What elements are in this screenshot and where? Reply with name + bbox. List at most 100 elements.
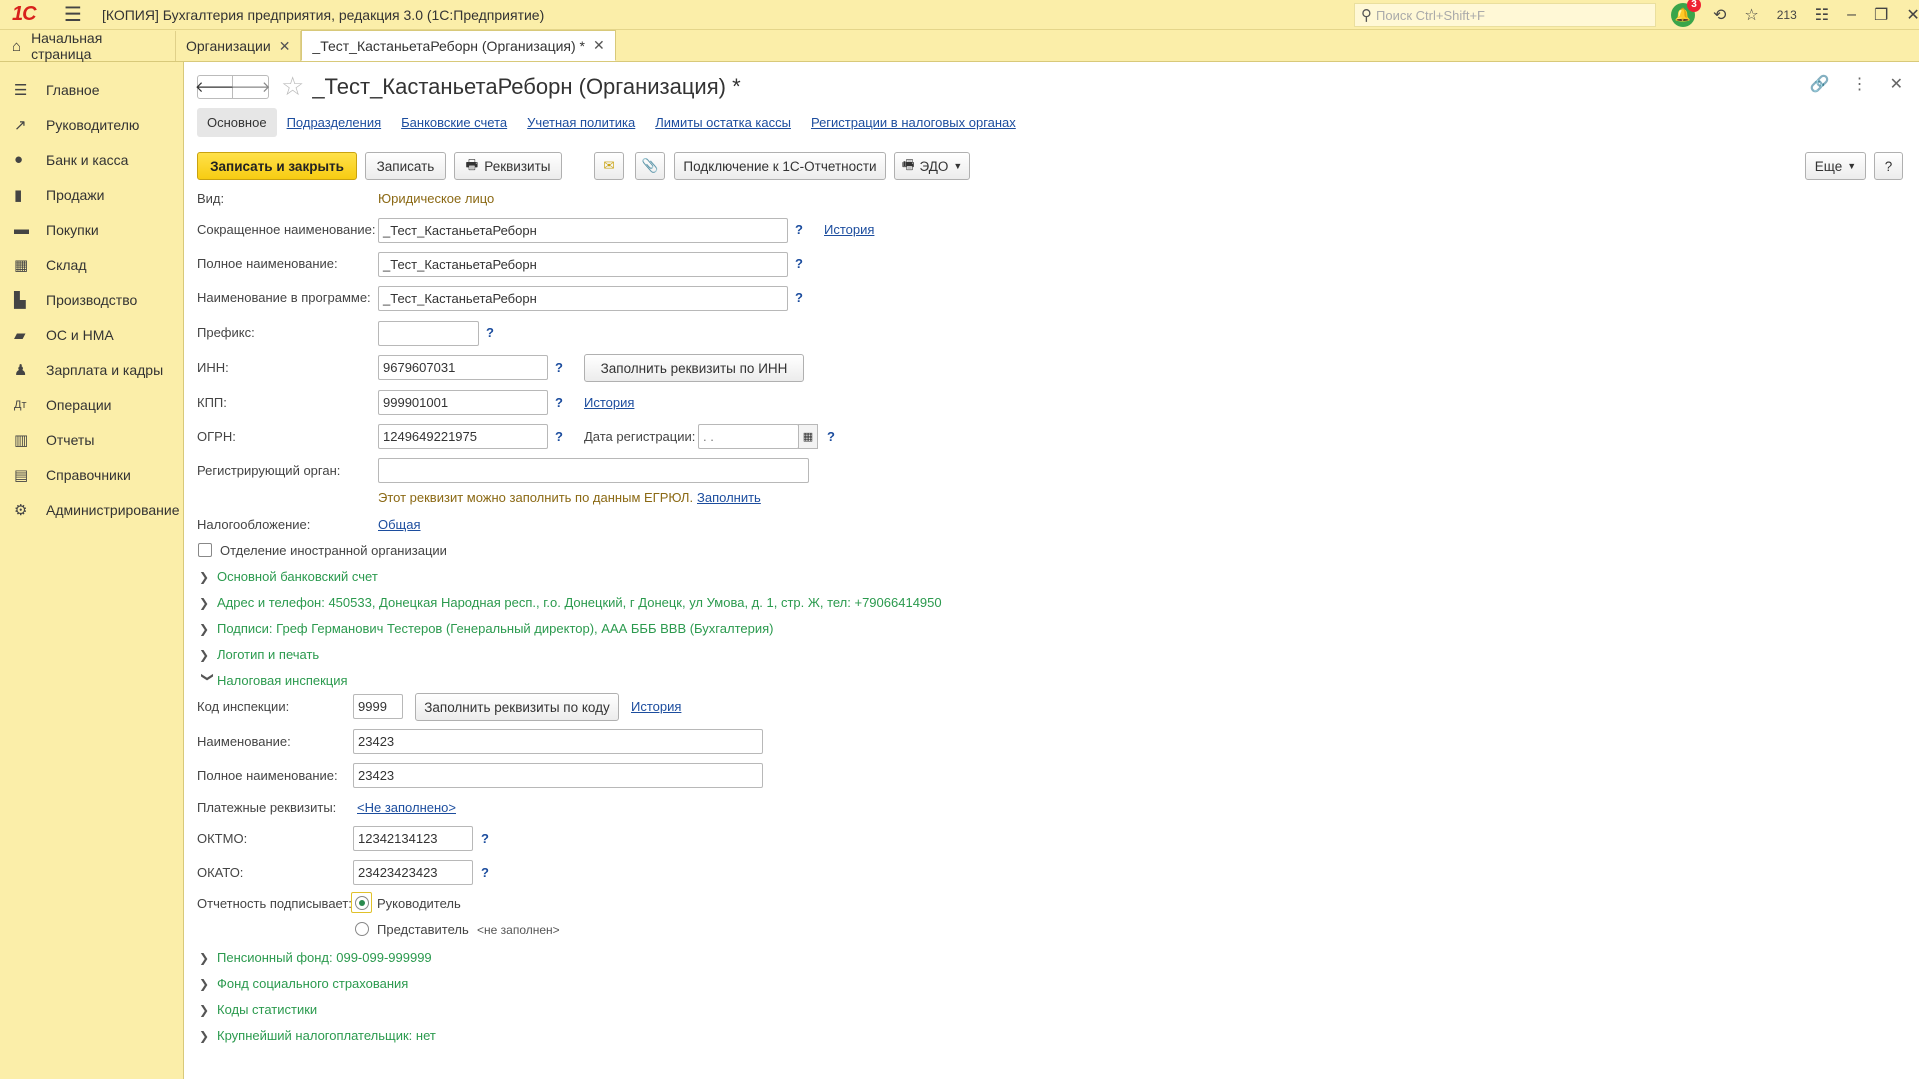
help-icon[interactable]: ? bbox=[481, 865, 489, 880]
signer-rep-radio[interactable] bbox=[355, 922, 369, 936]
help-icon[interactable]: ? bbox=[555, 395, 563, 410]
prefix-input[interactable] bbox=[378, 321, 479, 346]
group-address-phone[interactable]: ❯ Адрес и телефон: 450533, Донецкая Народ… bbox=[199, 595, 942, 610]
tab-organization-form[interactable]: _Тест_КастаньетаРеборн (Организация) * ✕ bbox=[301, 30, 616, 61]
oktmo-input[interactable]: 12342134123 bbox=[353, 826, 473, 851]
sidebar-item-salary[interactable]: ♟ Зарплата и кадры bbox=[0, 352, 183, 387]
full-name-input[interactable]: _Тест_КастаньетаРеборн bbox=[378, 252, 788, 277]
taxation-label: Налогообложение: bbox=[197, 517, 311, 532]
inspection-full-name-input[interactable]: 23423 bbox=[353, 763, 763, 788]
sidebar-item-bank[interactable]: ● Банк и касса bbox=[0, 142, 183, 177]
tab-home[interactable]: ⌂ Начальная страница bbox=[0, 30, 176, 62]
paperclip-icon: 📎 bbox=[641, 158, 659, 173]
fill-by-code-button[interactable]: Заполнить реквизиты по коду bbox=[415, 693, 619, 721]
subtab-divisions[interactable]: Подразделения bbox=[287, 115, 382, 130]
sidebar-item-references[interactable]: ▤ Справочники bbox=[0, 457, 183, 492]
minimize-icon[interactable]: – bbox=[1847, 6, 1856, 24]
favorite-star-icon[interactable]: ☆ bbox=[281, 71, 304, 102]
subtab-bank-accounts[interactable]: Банковские счета bbox=[401, 115, 507, 130]
help-icon[interactable]: ? bbox=[486, 325, 494, 340]
group-social-insurance[interactable]: ❯ Фонд социального страхования bbox=[199, 976, 408, 991]
back-button[interactable]: 🡐 bbox=[195, 74, 235, 99]
reg-org-input[interactable] bbox=[378, 458, 809, 483]
help-icon[interactable]: ? bbox=[827, 429, 835, 444]
tab-organizations[interactable]: Организации ✕ bbox=[176, 31, 302, 61]
taxation-link[interactable]: Общая bbox=[378, 517, 421, 532]
inspection-name-input[interactable]: 23423 bbox=[353, 729, 763, 754]
help-icon[interactable]: ? bbox=[481, 831, 489, 846]
tab-close-icon[interactable]: ✕ bbox=[279, 38, 291, 55]
sidebar-item-operations[interactable]: Дт Операции bbox=[0, 387, 183, 422]
sidebar-item-sales[interactable]: ▮ Продажи bbox=[0, 177, 183, 212]
sidebar-item-purchases[interactable]: ▬ Покупки bbox=[0, 212, 183, 247]
short-name-input[interactable]: _Тест_КастаньетаРеборн bbox=[378, 218, 788, 243]
main-menu-icon[interactable]: ☰ bbox=[64, 2, 82, 27]
group-logo-stamp[interactable]: ❯ Логотип и печать bbox=[199, 647, 319, 662]
forward-button[interactable]: 🡒 bbox=[230, 74, 271, 99]
requisites-button[interactable]: 🖶 Реквизиты bbox=[454, 152, 562, 180]
foreign-branch-checkbox[interactable] bbox=[198, 543, 212, 557]
group-bank-account[interactable]: ❯ Основной банковский счет bbox=[199, 569, 378, 584]
help-icon[interactable]: ? bbox=[795, 290, 803, 305]
notifications-icon[interactable]: 🔔 3 bbox=[1671, 0, 1701, 27]
group-tax-office[interactable]: ❯ Налоговая инспекция bbox=[199, 672, 348, 688]
subtab-cash-limits[interactable]: Лимиты остатка кассы bbox=[655, 115, 791, 130]
help-icon[interactable]: ? bbox=[795, 222, 803, 237]
sidebar-item-production[interactable]: ▙ Производство bbox=[0, 282, 183, 317]
program-name-input[interactable]: _Тест_КастаньетаРеборн bbox=[378, 286, 788, 311]
favorites-icon[interactable]: ☆ bbox=[1744, 5, 1758, 25]
sidebar-item-main[interactable]: ☰ Главное bbox=[0, 72, 183, 107]
fill-by-inn-button[interactable]: Заполнить реквизиты по ИНН bbox=[584, 354, 804, 382]
inspection-history-link[interactable]: История bbox=[631, 699, 681, 714]
subtab-tax-registrations[interactable]: Регистрации в налоговых органах bbox=[811, 115, 1016, 130]
group-statistics-codes[interactable]: ❯ Коды статистики bbox=[199, 1002, 317, 1017]
tab-close-icon[interactable]: ✕ bbox=[593, 37, 605, 54]
link-icon[interactable]: 🔗 bbox=[1810, 74, 1830, 94]
group-signatures[interactable]: ❯ Подписи: Греф Германович Тестеров (Гене… bbox=[199, 621, 773, 636]
help-icon[interactable]: ? bbox=[795, 256, 803, 271]
ogrn-input[interactable]: 1249649221975 bbox=[378, 424, 548, 449]
help-icon[interactable]: ? bbox=[555, 429, 563, 444]
attach-button[interactable]: 📎 bbox=[635, 152, 665, 180]
save-close-button[interactable]: Записать и закрыть bbox=[197, 152, 357, 180]
more-actions-icon[interactable]: ⋮ bbox=[1852, 74, 1868, 94]
restore-icon[interactable]: ❐ bbox=[1874, 5, 1888, 25]
close-window-icon[interactable]: ✕ bbox=[1906, 5, 1919, 25]
kind-value: Юридическое лицо bbox=[378, 191, 495, 206]
email-button[interactable]: ✉ bbox=[594, 152, 624, 180]
factory-icon: ▙ bbox=[14, 291, 26, 309]
search-input[interactable]: ⚲ Поиск Ctrl+Shift+F bbox=[1354, 3, 1656, 27]
more-button[interactable]: Еще ▼ bbox=[1805, 152, 1866, 180]
payment-details-link[interactable]: <Не заполнено> bbox=[357, 800, 456, 815]
reg-date-input[interactable]: . . bbox=[698, 424, 799, 449]
subtab-main[interactable]: Основное bbox=[197, 108, 277, 137]
save-button[interactable]: Записать bbox=[365, 152, 446, 180]
edo-button[interactable]: 🖷 ЭДО ▼ bbox=[894, 152, 970, 180]
tab-organizations-label: Организации bbox=[186, 38, 271, 54]
signer-label: Отчетность подписывает: bbox=[197, 896, 352, 911]
settings-menu-icon[interactable]: ☷ bbox=[1815, 5, 1829, 25]
sidebar-item-warehouse[interactable]: ▦ Склад bbox=[0, 247, 183, 282]
sidebar-item-reports[interactable]: ▥ Отчеты bbox=[0, 422, 183, 457]
history-icon[interactable]: ⟲ bbox=[1713, 5, 1726, 25]
signer-head-radio[interactable] bbox=[355, 896, 369, 910]
sidebar-item-manager[interactable]: ↗ Руководителю bbox=[0, 107, 183, 142]
inspection-code-input[interactable]: 9999 bbox=[353, 694, 403, 719]
okato-input[interactable]: 23423423423 bbox=[353, 860, 473, 885]
short-name-history-link[interactable]: История bbox=[824, 222, 874, 237]
subtab-accounting-policy[interactable]: Учетная политика bbox=[527, 115, 635, 130]
egrul-fill-link[interactable]: Заполнить bbox=[697, 490, 761, 505]
group-largest-taxpayer[interactable]: ❯ Крупнейший налогоплательщик: нет bbox=[199, 1028, 436, 1043]
calendar-icon[interactable]: ▦ bbox=[798, 424, 818, 449]
inn-input[interactable]: 9679607031 bbox=[378, 355, 548, 380]
kpp-history-link[interactable]: История bbox=[584, 395, 634, 410]
form-subtabs: Основное Подразделения Банковские счета … bbox=[197, 108, 1036, 137]
kpp-input[interactable]: 999901001 bbox=[378, 390, 548, 415]
help-button[interactable]: ? bbox=[1874, 152, 1903, 180]
sidebar-item-admin[interactable]: ⚙ Администрирование bbox=[0, 492, 183, 527]
close-form-icon[interactable]: ✕ bbox=[1890, 74, 1903, 94]
help-icon[interactable]: ? bbox=[555, 360, 563, 375]
connect-reporting-button[interactable]: Подключение к 1С-Отчетности bbox=[674, 152, 886, 180]
group-pension-fund[interactable]: ❯ Пенсионный фонд: 099-099-999999 bbox=[199, 950, 432, 965]
sidebar-item-assets[interactable]: ▰ ОС и НМА bbox=[0, 317, 183, 352]
